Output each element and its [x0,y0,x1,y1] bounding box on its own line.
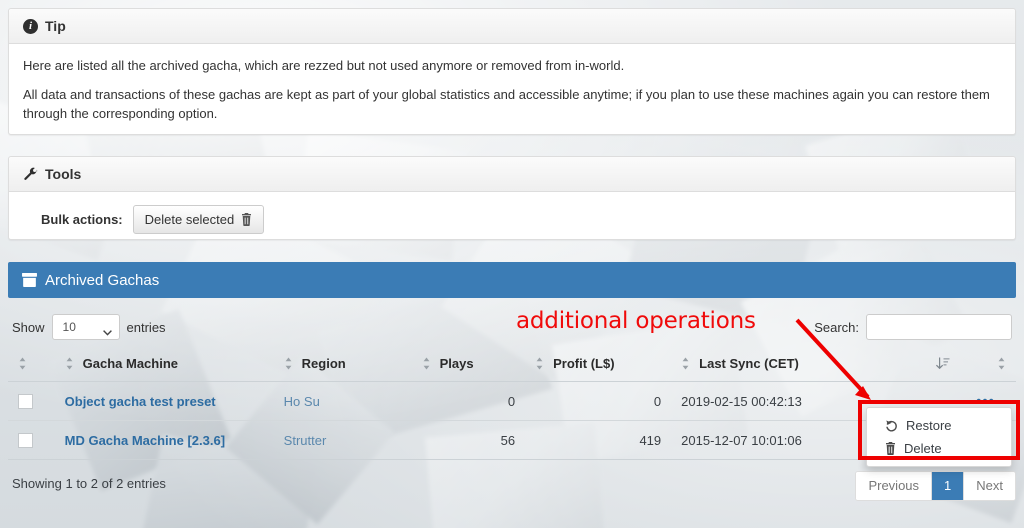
datatable-length-control: Show 10 entries [12,314,166,340]
archived-gachas-header: Archived Gachas [8,262,1016,298]
tools-panel-body: Bulk actions: Delete selected [9,192,1015,248]
annotation-text: additional operations [516,308,756,334]
row-checkbox[interactable] [18,433,33,449]
row-last-sync-cell: 2019-02-15 00:42:13 [671,381,874,422]
table-body: Object gacha test preset Ho Su 0 0 2019-… [8,381,1016,461]
column-label-last-sync: Last Sync (CET) [699,356,799,371]
column-label-gacha-machine: Gacha Machine [82,356,179,371]
sort-both-icon [65,357,74,370]
tools-panel: Tools Bulk actions: Delete selected [8,156,1016,240]
menu-item-restore[interactable]: Restore [867,414,1011,437]
table-row: Object gacha test preset Ho Su 0 0 2019-… [8,381,1016,422]
info-icon: i [23,18,38,34]
row-select-cell [8,420,55,461]
show-label: Show [12,319,45,335]
tip-paragraph-2: All data and transactions of these gacha… [23,86,990,121]
gacha-machine-link[interactable]: Object gacha test preset [65,394,216,409]
tools-panel-header: Tools [9,157,1015,192]
row-plays-cell: 0 [411,381,526,422]
bulk-actions-label: Bulk actions: [41,212,123,227]
search-input[interactable] [866,314,1012,340]
row-select-cell [8,381,55,422]
trash-icon [885,442,896,456]
datatable-info: Showing 1 to 2 of 2 entries [12,476,166,491]
wrench-icon [23,167,38,182]
search-label: Search: [814,319,859,335]
archived-gachas-title: Archived Gachas [45,271,160,289]
row-gacha-machine-cell: Object gacha test preset [54,381,274,422]
pagination-next[interactable]: Next [964,472,1015,500]
tools-panel-title: Tools [45,166,82,182]
column-label-plays: Plays [439,356,474,371]
row-checkbox[interactable] [18,394,33,410]
row-plays-cell: 56 [411,420,526,461]
delete-selected-label: Delete selected [144,212,235,227]
sort-both-icon [535,357,544,370]
trash-icon [241,213,252,227]
region-link[interactable]: Strutter [284,433,327,448]
sort-both-icon [681,357,690,370]
column-header-select[interactable] [8,348,55,382]
page-length-select[interactable]: 10 [51,314,120,340]
entries-label: entries [126,319,166,335]
column-header-sort-amount[interactable] [873,348,956,382]
pagination-previous[interactable]: Previous [856,472,933,500]
column-header-region[interactable]: Region [273,348,412,382]
column-header-plays[interactable]: Plays [411,348,526,382]
table-row: MD Gacha Machine [2.3.6] Strutter 56 419… [8,420,1016,461]
datatable-pagination: Previous 1 Next [855,471,1016,501]
column-label-region: Region [301,356,346,371]
tip-panel-header: i Tip [9,9,1015,44]
region-link[interactable]: Ho Su [284,394,320,409]
menu-item-restore-label: Restore [906,418,952,433]
sort-both-icon [997,357,1006,370]
pagination-page-1[interactable]: 1 [932,472,965,500]
restore-icon [885,419,898,432]
row-profit-cell: 419 [525,420,672,461]
column-header-gacha-machine[interactable]: Gacha Machine [54,348,274,382]
gacha-machine-link[interactable]: MD Gacha Machine [2.3.6] [65,433,225,448]
menu-item-delete-label: Delete [904,441,942,456]
page-length-select-wrap: 10 [51,314,120,340]
operations-dropdown-menu: Restore Delete [866,407,1012,467]
column-header-profit[interactable]: Profit (L$) [525,348,672,382]
menu-item-delete[interactable]: Delete [867,437,1011,460]
column-label-profit: Profit (L$) [553,356,615,371]
archived-gachas-table: Gacha Machine Region Plays Profit (L$) L… [8,348,1016,461]
datatable-controls: Show 10 entries Search: [8,310,1016,344]
row-last-sync-cell: 2015-12-07 10:01:06 [671,420,874,461]
table-head: Gacha Machine Region Plays Profit (L$) L… [8,348,1016,382]
sort-both-icon [422,357,431,370]
row-gacha-machine-cell: MD Gacha Machine [2.3.6] [54,420,274,461]
column-header-operations[interactable] [955,348,1016,382]
bulk-actions-row: Bulk actions: Delete selected [23,205,1001,234]
archive-icon [22,273,37,287]
row-region-cell: Ho Su [273,381,412,422]
row-profit-cell: 0 [525,381,672,422]
sort-amount-desc-icon [936,357,950,370]
column-header-last-sync[interactable]: Last Sync (CET) [671,348,874,382]
tip-panel-title: Tip [45,18,66,34]
delete-selected-button[interactable]: Delete selected [132,205,265,234]
tip-panel: i Tip Here are listed all the archived g… [8,8,1016,135]
sort-both-icon [18,357,27,370]
row-region-cell: Strutter [273,420,412,461]
table-header-row: Gacha Machine Region Plays Profit (L$) L… [8,348,1016,382]
tip-panel-body: Here are listed all the archived gacha, … [9,44,1015,138]
datatable-filter-control: Search: [814,314,1012,340]
tip-paragraph-1: Here are listed all the archived gacha, … [23,58,625,73]
sort-both-icon [284,357,293,370]
